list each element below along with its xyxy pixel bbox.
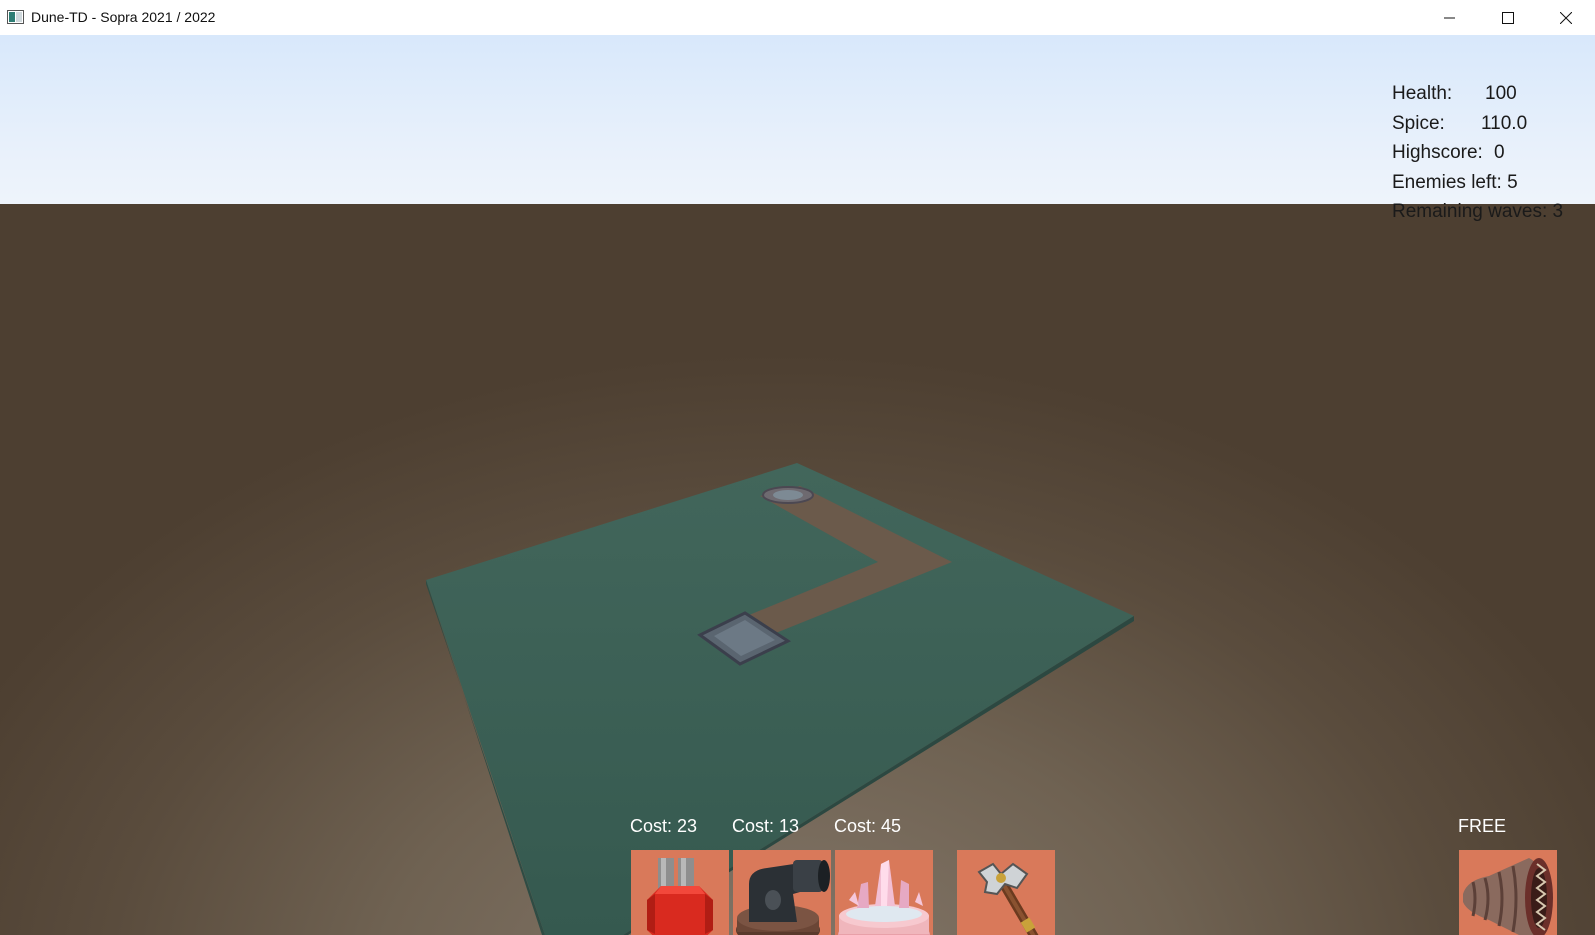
highscore-label: Highscore: (1392, 142, 1483, 163)
cannon-tower-button[interactable] (733, 850, 831, 935)
title-bar[interactable]: Dune-TD - Sopra 2021 / 2022 (0, 0, 1595, 35)
cannon-tower-icon (736, 860, 830, 935)
spice-value: 110.0 (1481, 112, 1528, 134)
enemies-left-text: Enemies left: 5 (1392, 171, 1518, 193)
crystal-tower-button[interactable] (835, 850, 933, 935)
app-icon (7, 10, 24, 24)
rocket-tower-button[interactable] (631, 850, 729, 935)
minimize-icon (1444, 17, 1455, 18)
hammer-icon (977, 862, 1039, 935)
hammer-tool-button[interactable] (957, 850, 1055, 935)
sandworm-cost: FREE (1458, 816, 1507, 836)
rocket-tower-icon (647, 858, 713, 935)
close-icon (1560, 11, 1572, 24)
health-value: 100 (1485, 83, 1517, 104)
sandworm-icon (1463, 858, 1553, 935)
spawn-portal-core (773, 490, 803, 500)
game-viewport[interactable]: Health: 100 Spice: 110.0 Highscore: 0 En… (0, 35, 1595, 935)
sandworm-button[interactable] (1459, 850, 1557, 935)
crystal-tower-icon (838, 860, 930, 935)
minimize-button[interactable] (1421, 0, 1479, 35)
cannon-tower-cost: Cost: 13 (732, 816, 800, 836)
window-title: Dune-TD - Sopra 2021 / 2022 (31, 9, 216, 25)
rocket-tower-cost: Cost: 23 (630, 816, 698, 836)
crystal-tower-cost: Cost: 45 (834, 816, 902, 836)
highscore-value: 0 (1494, 142, 1505, 163)
spice-label: Spice: (1392, 112, 1445, 134)
close-button[interactable] (1537, 0, 1595, 35)
health-label: Health: (1392, 83, 1453, 104)
remaining-waves-text: Remaining waves: 3 (1392, 201, 1564, 222)
maximize-button[interactable] (1479, 0, 1537, 35)
maximize-icon (1502, 11, 1514, 24)
game-board[interactable] (0, 35, 1595, 935)
